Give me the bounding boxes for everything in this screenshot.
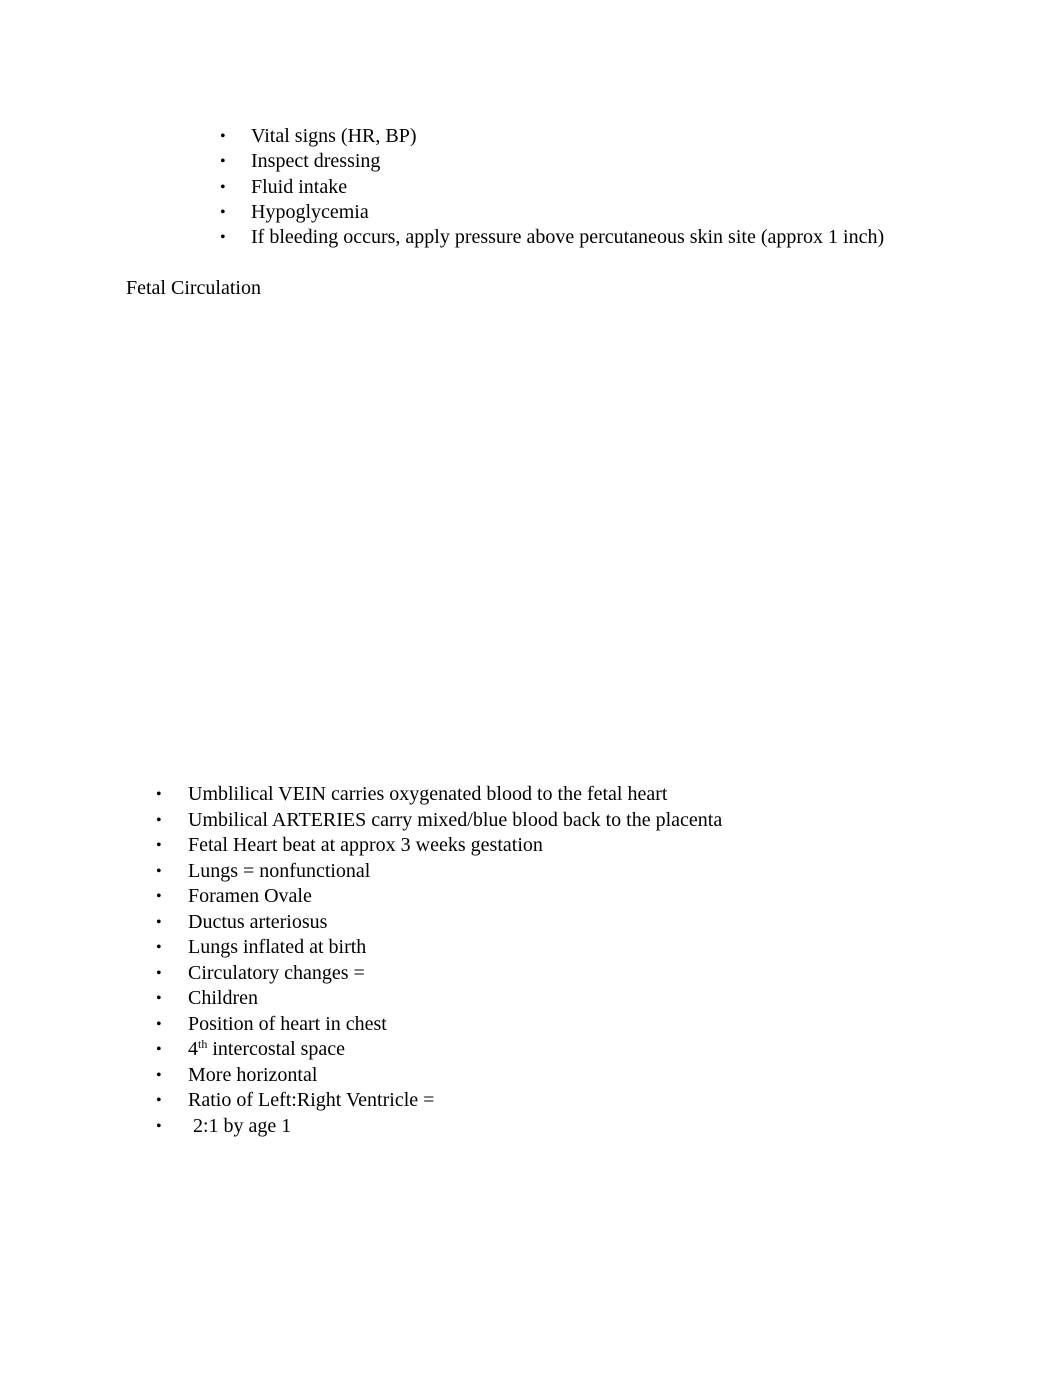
section-heading: Fetal Circulation: [126, 277, 261, 299]
bullet-icon: •: [220, 128, 226, 145]
list-item: • Umblilical VEIN carries oxygenated bloo…: [156, 782, 722, 808]
bullet-icon: •: [156, 786, 162, 803]
bullet-icon: •: [156, 939, 162, 956]
bullet-icon: •: [156, 1092, 162, 1109]
bullet-icon: •: [220, 178, 226, 196]
list-item: • Foramen Ovale: [156, 884, 722, 910]
list-item: • Lungs inflated at birth: [156, 935, 722, 961]
bullet-icon: •: [156, 964, 162, 982]
list-item: • Circulatory changes =: [156, 961, 722, 987]
list-item: • Hypoglycemia: [220, 200, 884, 225]
list-item: • Inspect dressing: [220, 149, 884, 174]
bullet-icon: •: [220, 229, 226, 247]
bullet-icon: •: [156, 1066, 162, 1084]
bullet-icon: •: [156, 913, 162, 931]
bullet-icon: •: [156, 811, 162, 829]
list-item: • Ratio of Left:Right Ventricle =: [156, 1088, 722, 1114]
list-item: • Position of heart in chest: [156, 1012, 722, 1038]
list-item: • More horizontal: [156, 1063, 722, 1089]
list-item: • Fetal Heart beat at approx 3 weeks gest…: [156, 833, 722, 859]
list-item: • Vital signs (HR, BP): [220, 124, 884, 149]
list-item: • Lungs = nonfunctional: [156, 859, 722, 885]
list-item: • 2:1 by age 1: [156, 1114, 722, 1140]
list-item: • Umbilical ARTERIES carry mixed/blue blo…: [156, 808, 722, 834]
ordinal-suffix: th: [198, 1037, 208, 1051]
bullet-icon: •: [156, 837, 162, 854]
bullet-icon: •: [156, 888, 162, 905]
list-item: • 4th intercostal space: [156, 1037, 722, 1063]
bullet-icon: •: [220, 203, 226, 221]
bullet-icon: •: [156, 862, 162, 880]
post-procedure-care-list: • Vital signs (HR, BP) • Inspect dressing …: [220, 124, 884, 250]
list-item: • Fluid intake: [220, 175, 884, 200]
bullet-icon: •: [156, 1015, 162, 1033]
bullet-icon: •: [156, 1041, 162, 1058]
fetal-circulation-list: • Umblilical VEIN carries oxygenated bloo…: [156, 782, 722, 1140]
list-item: • If bleeding occurs, apply pressure abov…: [220, 225, 884, 250]
bullet-icon: •: [156, 1117, 162, 1135]
list-item: • Children: [156, 986, 722, 1012]
bullet-icon: •: [220, 153, 226, 171]
bullet-icon: •: [156, 990, 162, 1007]
list-item: • Ductus arteriosus: [156, 910, 722, 936]
